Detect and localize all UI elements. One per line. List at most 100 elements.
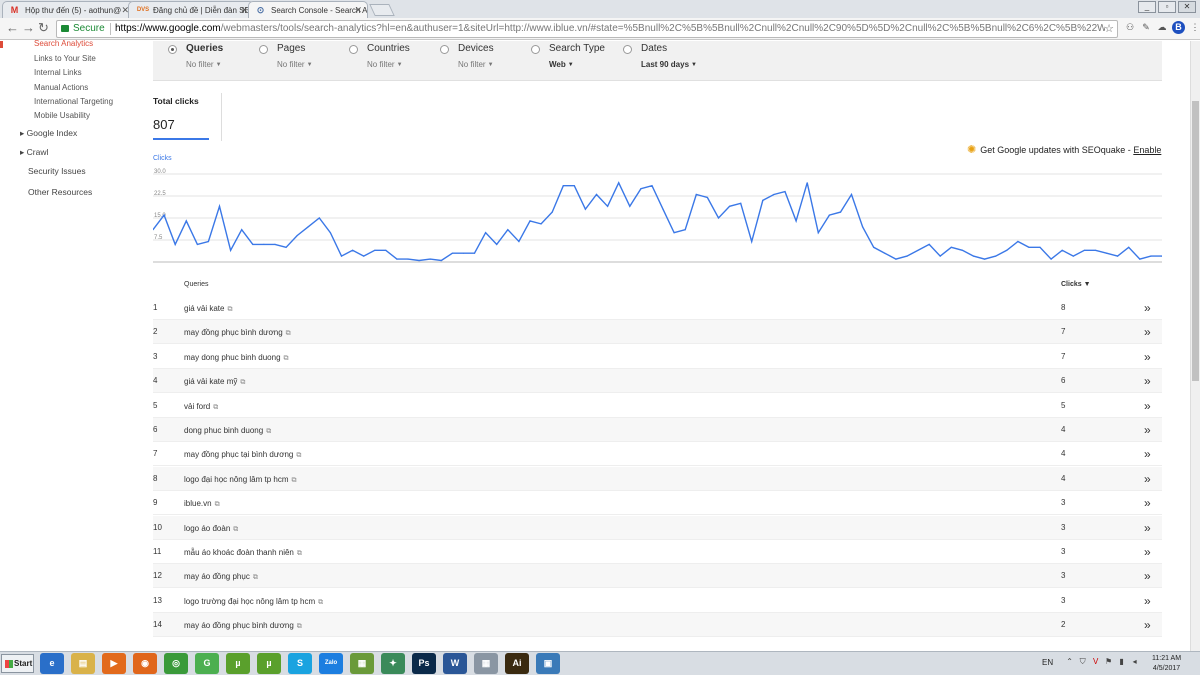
ie-icon[interactable]: e	[40, 653, 64, 674]
utorrent2-icon[interactable]: µ	[257, 653, 281, 674]
sidebar-item-international-targeting[interactable]: International Targeting	[34, 97, 113, 106]
skype-icon[interactable]: S	[288, 653, 312, 674]
filter-dropdown[interactable]: No filter ▼	[277, 60, 313, 69]
shield-icon[interactable]: ⛉	[1078, 657, 1087, 667]
table-row[interactable]: 12 may áo đồng phục ⧉ 3 »	[153, 564, 1162, 589]
sidebar-item-internal-links[interactable]: Internal Links	[34, 68, 82, 77]
reload-icon[interactable]: ↻	[38, 21, 49, 35]
radio-button[interactable]	[623, 45, 632, 54]
table-row[interactable]: 5 vải ford ⧉ 5 »	[153, 394, 1162, 418]
table-row[interactable]: 2 may đồng phục bình dương ⧉ 7 »	[153, 320, 1162, 345]
chevron-right-icon[interactable]: »	[1144, 569, 1151, 583]
external-link-icon[interactable]: ⧉	[233, 526, 238, 533]
query-text[interactable]: mẫu áo khoác đoàn thanh niên ⧉	[184, 548, 302, 558]
table-row[interactable]: 14 may áo đồng phục bình dương ⧉ 2 »	[153, 613, 1162, 638]
table-row[interactable]: 1 giá vải kate ⧉ 8 »	[153, 296, 1162, 320]
table-row[interactable]: 13 logo trường đại học nông lâm tp hcm ⧉ 3 »	[153, 589, 1162, 613]
table-row[interactable]: 7 may đồng phục tại bình dương ⧉ 4 »	[153, 442, 1162, 467]
query-text[interactable]: logo đại học nông lâm tp hcm ⧉	[184, 475, 297, 485]
query-text[interactable]: logo áo đoàn ⧉	[184, 524, 238, 534]
query-text[interactable]: iblue.vn ⧉	[184, 499, 220, 509]
new-tab-button[interactable]	[369, 4, 395, 16]
query-text[interactable]: dong phuc binh duong ⧉	[184, 426, 271, 436]
coccoc-icon[interactable]: G	[195, 653, 219, 674]
utorrent-icon[interactable]: µ	[226, 653, 250, 674]
antivirus-icon[interactable]: V	[1091, 657, 1100, 667]
close-icon[interactable]: ✕	[354, 5, 362, 16]
chevron-right-icon[interactable]: »	[1144, 545, 1151, 559]
clock[interactable]: 11:21 AM 4/5/2017	[1152, 654, 1181, 674]
chevron-right-icon[interactable]: »	[1144, 399, 1151, 413]
language-indicator[interactable]: EN	[1042, 658, 1053, 667]
filter-dropdown[interactable]: No filter ▼	[458, 60, 494, 69]
table-header-queries[interactable]: Queries	[184, 281, 209, 288]
table-header-clicks[interactable]: Clicks ▼	[1061, 281, 1091, 288]
menu-icon[interactable]: ⋮	[1189, 21, 1200, 34]
radio-button[interactable]	[168, 45, 177, 54]
external-link-icon[interactable]: ⧉	[227, 306, 232, 313]
signal-icon[interactable]: ▮	[1117, 657, 1126, 667]
maximize-button[interactable]: ▫	[1158, 1, 1176, 13]
browser-tab-forum[interactable]: DVS Đăng chủ đề | Diễn đàn SE ✕	[128, 1, 254, 18]
url-text[interactable]: https://www.google.com/webmasters/tools/…	[115, 21, 1105, 37]
query-text[interactable]: may đồng phục bình dương ⧉	[184, 328, 291, 338]
b-extension-icon[interactable]: B	[1172, 21, 1185, 34]
external-link-icon[interactable]: ⧉	[297, 623, 302, 630]
chart-app-icon[interactable]: ▦	[350, 653, 374, 674]
sidebar-section-google-index[interactable]: ▸ Google Index	[20, 128, 77, 139]
flag-icon[interactable]: ⚑	[1104, 657, 1113, 667]
chevron-right-icon[interactable]: »	[1144, 472, 1151, 486]
seoquake-enable-link[interactable]: Enable	[1133, 145, 1161, 155]
table-row[interactable]: 3 may dong phuc binh duong ⧉ 7 »	[153, 345, 1162, 369]
photoshop-icon[interactable]: Ps	[412, 653, 436, 674]
arrow-up-icon[interactable]: ⌃	[1065, 657, 1074, 667]
external-link-icon[interactable]: ⧉	[253, 574, 258, 581]
query-text[interactable]: vải ford ⧉	[184, 402, 218, 412]
sidebar-section-other-resources[interactable]: Other Resources	[28, 187, 92, 197]
scrollbar-thumb[interactable]	[1192, 101, 1199, 381]
explorer-icon[interactable]: ▤	[71, 653, 95, 674]
secure-indicator[interactable]: Secure	[61, 21, 105, 37]
query-text[interactable]: may đồng phục tại bình dương ⧉	[184, 450, 301, 460]
firefox-icon[interactable]: ◉	[133, 653, 157, 674]
query-text[interactable]: giá vải kate mỹ ⧉	[184, 377, 245, 387]
person-icon[interactable]: ⚇	[1124, 21, 1136, 34]
zalo-icon[interactable]: Zalo	[319, 653, 343, 674]
minimize-button[interactable]: _	[1138, 1, 1156, 13]
chevron-right-icon[interactable]: »	[1144, 521, 1151, 535]
word-icon[interactable]: W	[443, 653, 467, 674]
radio-button[interactable]	[349, 45, 358, 54]
filter-dropdown[interactable]: Web ▼	[549, 60, 574, 69]
chevron-right-icon[interactable]: »	[1144, 447, 1151, 461]
chevron-right-icon[interactable]: »	[1144, 594, 1151, 608]
sidebar-item-mobile-usability[interactable]: Mobile Usability	[34, 111, 90, 120]
bookmark-star-icon[interactable]: ☆	[1104, 21, 1114, 37]
sidebar-item-manual-actions[interactable]: Manual Actions	[34, 83, 88, 92]
query-text[interactable]: may dong phuc binh duong ⧉	[184, 353, 289, 363]
chevron-right-icon[interactable]: »	[1144, 301, 1151, 315]
media-player-icon[interactable]: ▶	[102, 653, 126, 674]
table-row[interactable]: 4 giá vải kate mỹ ⧉ 6 »	[153, 369, 1162, 394]
sidebar-section-crawl[interactable]: ▸ Crawl	[20, 147, 48, 158]
vertical-scrollbar[interactable]	[1190, 41, 1200, 651]
start-button[interactable]: Start	[1, 654, 34, 673]
query-text[interactable]: may áo đồng phục bình dương ⧉	[184, 621, 302, 631]
radio-button[interactable]	[440, 45, 449, 54]
calculator-icon[interactable]: ▦	[474, 653, 498, 674]
table-row[interactable]: 6 dong phuc binh duong ⧉ 4 »	[153, 418, 1162, 442]
radio-button[interactable]	[531, 45, 540, 54]
illustrator-icon[interactable]: Ai	[505, 653, 529, 674]
chevron-right-icon[interactable]: »	[1144, 496, 1151, 510]
chevron-right-icon[interactable]: »	[1144, 618, 1151, 632]
browser-tab-gmail[interactable]: M Hộp thư đến (5) - aothun@ ✕	[2, 1, 135, 18]
filter-dropdown[interactable]: No filter ▼	[186, 60, 222, 69]
external-link-icon[interactable]: ⧉	[286, 330, 291, 337]
filter-dropdown[interactable]: Last 90 days ▼	[641, 60, 697, 69]
volume-icon[interactable]: ◂	[1130, 657, 1139, 667]
external-link-icon[interactable]: ⧉	[266, 428, 271, 435]
sidebar-item-links-to-your-site[interactable]: Links to Your Site	[34, 54, 96, 63]
close-icon[interactable]: ✕	[240, 5, 248, 16]
table-row[interactable]: 11 mẫu áo khoác đoàn thanh niên ⧉ 3 »	[153, 540, 1162, 564]
close-window-button[interactable]: ✕	[1178, 1, 1196, 13]
chevron-right-icon[interactable]: »	[1144, 374, 1151, 388]
